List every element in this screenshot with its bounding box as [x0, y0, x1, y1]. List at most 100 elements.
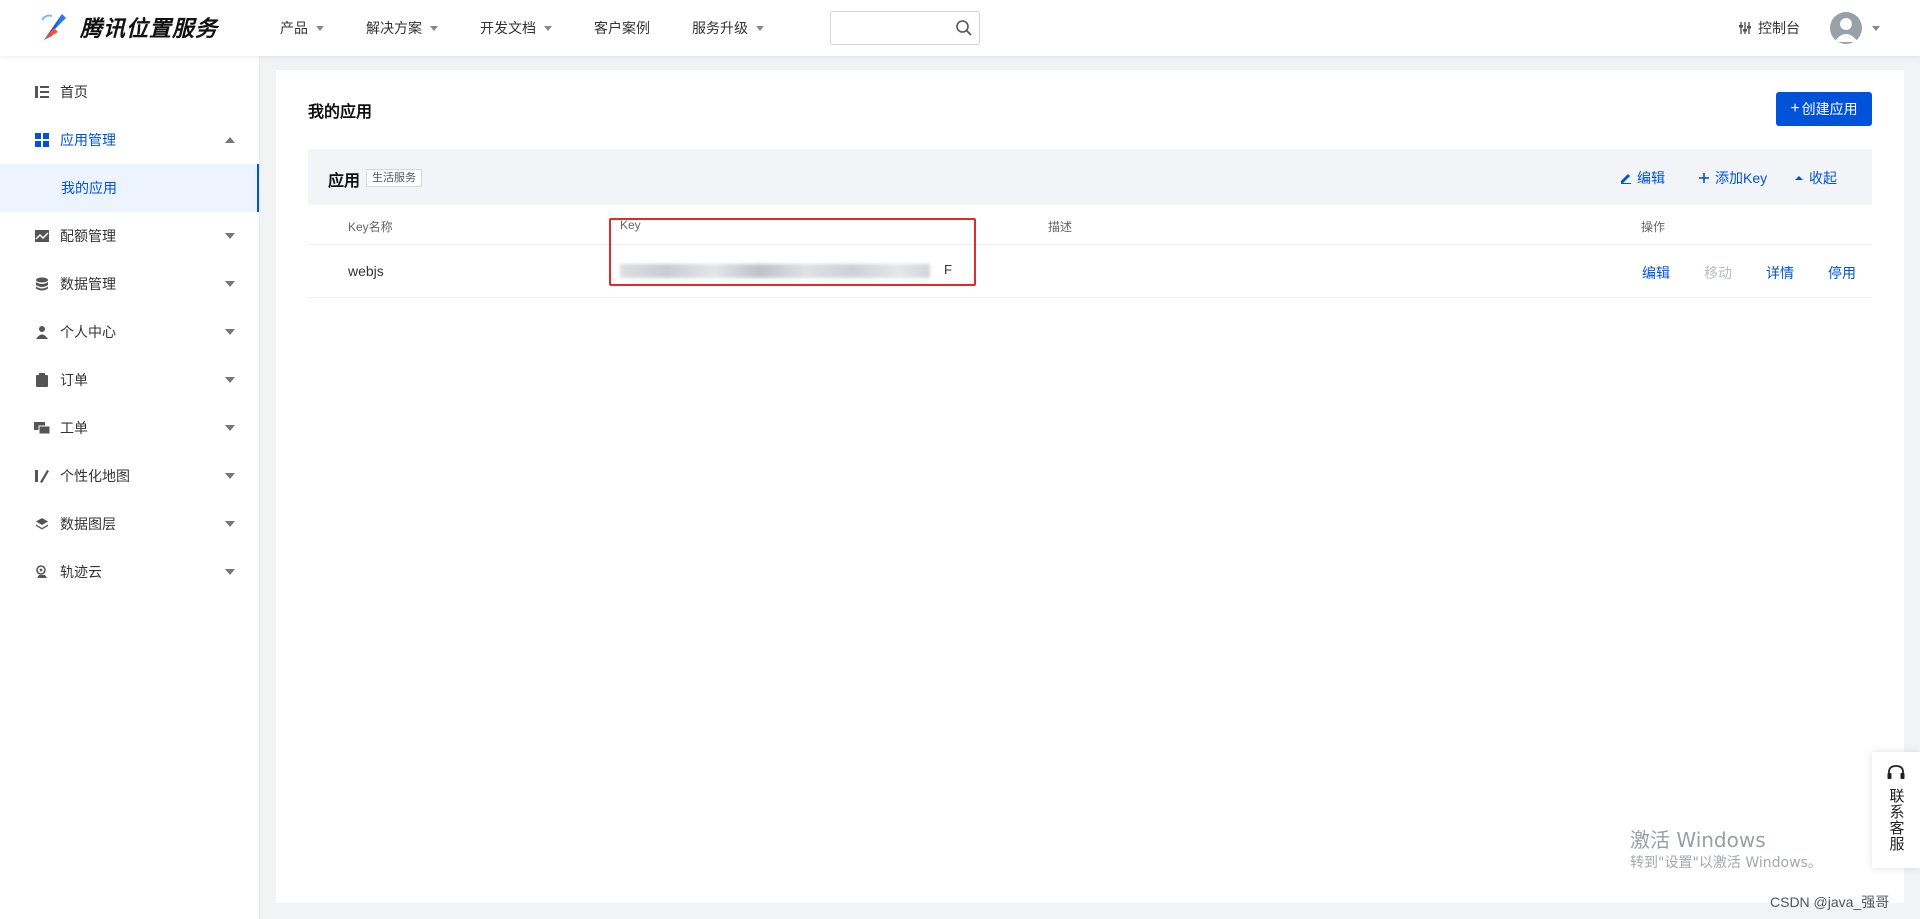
windows-activation-title: 激活 Windows [1630, 828, 1766, 852]
sidebar-item-label: 轨迹云 [60, 564, 102, 580]
sidebar-item-label: 数据管理 [60, 276, 116, 292]
sidebar-item-quota[interactable]: 配额管理 [0, 212, 259, 260]
sidebar-item-data[interactable]: 数据管理 [0, 260, 259, 308]
console-label: 控制台 [1758, 20, 1800, 36]
user-avatar-icon [1834, 18, 1858, 42]
create-app-label: 创建应用 [1801, 101, 1858, 117]
nav-label: 解决方案 [366, 20, 422, 36]
user-menu[interactable] [1830, 12, 1880, 44]
chevron-down-icon [225, 569, 235, 575]
nav-label: 客户案例 [594, 20, 650, 36]
track-cloud-icon [34, 564, 50, 580]
plus-icon: + [1790, 100, 1800, 117]
console-link[interactable]: 控制台 [1738, 18, 1800, 38]
logo-compass-icon [38, 10, 70, 44]
csdn-watermark: CSDN @java_强哥 [1770, 894, 1890, 910]
chevron-down-icon [225, 281, 235, 287]
col-operations: 操作 [1641, 220, 1666, 234]
col-key: Key [620, 218, 641, 232]
row-detail-link[interactable]: 详情 [1766, 263, 1794, 283]
row-disable-link[interactable]: 停用 [1828, 263, 1856, 283]
pencil-icon [1621, 174, 1631, 184]
top-nav: 产品 解决方案 开发文档 客户案例 服务升级 [280, 0, 806, 56]
sidebar-item-custom-map[interactable]: 个性化地图 [0, 452, 259, 500]
app-card-header: 应用 生活服务 编辑 添加Key 收起 [308, 149, 1872, 205]
caret-down-icon [1872, 25, 1880, 31]
sidebar-item-label: 首页 [60, 84, 88, 100]
sidebar-item-label: 数据图层 [60, 516, 116, 532]
collapse-button[interactable]: 收起 [1794, 168, 1837, 188]
nav-label: 开发文档 [480, 20, 536, 36]
sidebar: 首页 应用管理 我的应用 配额管理 数据管理 个人中心 订单 工单 个性化地图 … [0, 56, 260, 919]
nav-label: 产品 [280, 20, 308, 36]
home-list-icon [34, 84, 50, 100]
brand-name: 腾讯位置服务 [80, 16, 219, 41]
caret-down-icon [756, 25, 764, 31]
nav-cases[interactable]: 客户案例 [594, 18, 650, 38]
sidebar-item-label: 个性化地图 [60, 468, 130, 484]
chevron-down-icon [225, 521, 235, 527]
add-key-label: 添加Key [1715, 170, 1768, 186]
sliders-icon [1739, 22, 1751, 34]
chevron-down-icon [225, 329, 235, 335]
customer-service-widget[interactable]: 联系客服 [1872, 752, 1920, 868]
nav-products[interactable]: 产品 [280, 18, 324, 38]
chevron-down-icon [225, 473, 235, 479]
clipboard-icon [34, 372, 50, 388]
search-input[interactable] [839, 13, 949, 43]
chevron-up-icon [225, 137, 235, 143]
layers-icon [34, 516, 50, 532]
search-icon[interactable] [955, 19, 973, 37]
app-category-tag: 生活服务 [366, 169, 422, 187]
sidebar-item-my-apps[interactable]: 我的应用 [0, 164, 259, 212]
grid-apps-icon [34, 132, 50, 148]
page-title: 我的应用 [308, 104, 373, 121]
caret-down-icon [316, 25, 324, 31]
sidebar-item-track-cloud[interactable]: 轨迹云 [0, 548, 259, 596]
avatar [1830, 12, 1862, 44]
key-value-tail: F [944, 262, 952, 277]
sidebar-item-label: 工单 [60, 420, 88, 436]
nav-upgrade[interactable]: 服务升级 [692, 18, 764, 38]
edit-label: 编辑 [1637, 170, 1665, 186]
sidebar-item-orders[interactable]: 订单 [0, 356, 259, 404]
row-edit-link[interactable]: 编辑 [1642, 263, 1670, 283]
table-header: Key名称 Key 描述 操作 [308, 205, 1872, 245]
headset-icon [1887, 765, 1905, 779]
database-icon [34, 276, 50, 292]
customer-service-label: 联系客服 [1887, 788, 1905, 852]
sidebar-item-label: 应用管理 [60, 132, 116, 148]
ticket-icon [34, 420, 50, 436]
plus-icon [1699, 173, 1709, 183]
sidebar-item-label: 个人中心 [60, 324, 116, 340]
sidebar-item-app-management[interactable]: 应用管理 [0, 116, 259, 164]
sidebar-item-layers[interactable]: 数据图层 [0, 500, 259, 548]
chevron-down-icon [225, 425, 235, 431]
map-style-icon [34, 468, 50, 484]
windows-activation-subtitle: 转到"设置"以激活 Windows。 [1630, 855, 1822, 871]
quota-chart-icon [34, 228, 50, 244]
nav-docs[interactable]: 开发文档 [480, 18, 552, 38]
search-box [830, 11, 980, 45]
chevron-down-icon [225, 233, 235, 239]
sidebar-item-label: 订单 [60, 372, 88, 388]
sidebar-item-tickets[interactable]: 工单 [0, 404, 259, 452]
sidebar-item-profile[interactable]: 个人中心 [0, 308, 259, 356]
sidebar-item-label: 我的应用 [61, 180, 117, 196]
row-move-link[interactable]: 移动 [1704, 263, 1732, 283]
edit-app-button[interactable]: 编辑 [1620, 168, 1665, 188]
key-value-redacted [620, 264, 930, 278]
caret-down-icon [544, 25, 552, 31]
top-header: 腾讯位置服务 产品 解决方案 开发文档 客户案例 服务升级 控制台 [0, 0, 1920, 56]
chevron-down-icon [225, 377, 235, 383]
sidebar-item-home[interactable]: 首页 [0, 68, 259, 116]
create-app-button[interactable]: + 创建应用 [1776, 92, 1872, 126]
collapse-label: 收起 [1809, 170, 1837, 186]
key-name-cell: webjs [348, 263, 384, 279]
nav-solutions[interactable]: 解决方案 [366, 18, 438, 38]
table-row: webjs F 编辑 移动 详情 停用 [308, 245, 1872, 298]
add-key-button[interactable]: 添加Key [1698, 168, 1767, 188]
brand-logo[interactable]: 腾讯位置服务 [38, 10, 218, 44]
col-key-name: Key名称 [348, 220, 393, 234]
